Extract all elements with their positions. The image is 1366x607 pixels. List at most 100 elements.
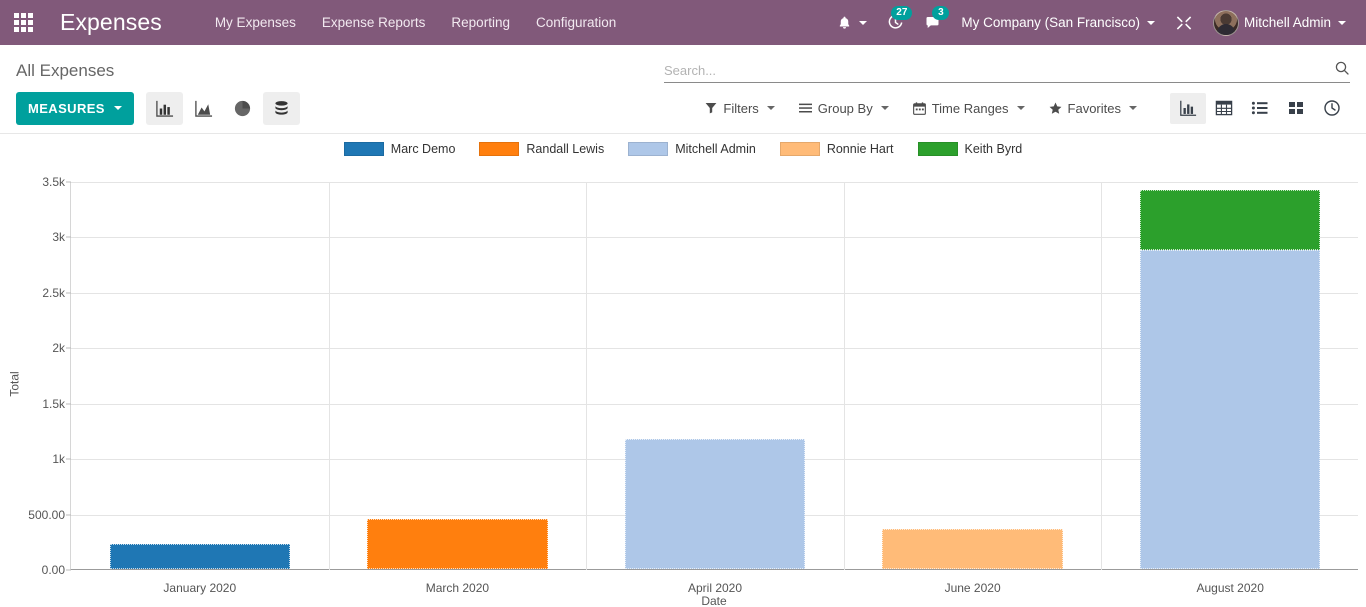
menu-item-reporting[interactable]: Reporting: [438, 0, 523, 45]
breadcrumb[interactable]: All Expenses: [16, 59, 114, 83]
activity-count-badge: 27: [891, 6, 913, 20]
y-axis-tick-mark: [66, 347, 71, 349]
legend-item[interactable]: Mitchell Admin: [628, 142, 756, 156]
legend-swatch: [779, 142, 820, 156]
legend-item[interactable]: Marc Demo: [343, 142, 456, 156]
search-icon[interactable]: [1328, 60, 1350, 80]
legend-label: Marc Demo: [390, 142, 456, 156]
chart-bar[interactable]: [882, 528, 1063, 569]
legend-swatch: [628, 142, 669, 156]
chevron-down-icon: [766, 106, 775, 110]
group-by-button[interactable]: Group By: [788, 93, 900, 123]
time-ranges-button[interactable]: Time Ranges: [902, 93, 1036, 123]
measures-label: MEASURES: [28, 100, 105, 116]
view-graph-button[interactable]: [1170, 92, 1206, 124]
search-input[interactable]: [664, 62, 1328, 78]
y-axis-tick-mark: [66, 569, 71, 571]
legend-item[interactable]: Randall Lewis: [479, 142, 604, 156]
legend-label: Ronnie Hart: [826, 142, 894, 156]
category-separator: [328, 182, 330, 570]
y-axis-tick: 2.5k: [42, 285, 65, 300]
category-separator: [586, 182, 588, 570]
measures-button[interactable]: MEASURES: [16, 91, 134, 125]
table-grid-icon: [1215, 100, 1233, 116]
category-separator: [1101, 182, 1103, 570]
y-axis-tick: 2k: [52, 341, 65, 356]
view-pivot-button[interactable]: [1206, 93, 1242, 124]
category-separator: [843, 182, 845, 570]
chart-bar[interactable]: [109, 543, 290, 569]
legend-item[interactable]: Keith Byrd: [917, 142, 1023, 156]
star-icon: [1049, 102, 1061, 114]
chevron-down-icon: [1016, 106, 1025, 110]
app-brand-title: Expenses: [60, 9, 162, 35]
chart-type-bar-button[interactable]: [145, 91, 183, 125]
filters-button[interactable]: Filters: [694, 93, 785, 123]
notifications-menu[interactable]: [827, 0, 877, 45]
user-name: Mitchell Admin: [1243, 15, 1331, 30]
stacked-database-icon: [275, 100, 288, 115]
chart-bar[interactable]: [624, 438, 806, 569]
bar-chart-icon: [1180, 100, 1197, 116]
messages-count-badge: 3: [932, 6, 950, 20]
plot-grid-area: 0.00 500.00 1k 1.5k 2k 2.5k 3k 3.5k January 2020…: [28, 175, 1358, 595]
user-menu[interactable]: Mitchell Admin: [1203, 0, 1356, 45]
apps-grid-icon[interactable]: [0, 0, 46, 45]
chart-type-group: [145, 91, 300, 125]
chevron-down-icon: [1338, 20, 1346, 25]
chart-type-line-button[interactable]: [185, 92, 222, 125]
chart-type-pie-button[interactable]: [224, 92, 261, 125]
activity-menu[interactable]: 27: [877, 0, 914, 45]
legend-item[interactable]: Ronnie Hart: [779, 142, 894, 156]
view-list-button[interactable]: [1242, 93, 1278, 124]
y-axis-tick: 3.5k: [42, 175, 65, 189]
stacked-toggle-button[interactable]: [262, 91, 300, 125]
chevron-down-icon: [859, 20, 868, 25]
menu-item-my-expenses[interactable]: My Expenses: [202, 0, 309, 45]
legend-label: Mitchell Admin: [675, 142, 756, 156]
y-axis-tick: 3k: [52, 230, 65, 245]
chart-bar[interactable]: [1140, 249, 1321, 569]
hamburger-icon: [798, 103, 812, 113]
favorites-button[interactable]: Favorites: [1038, 93, 1148, 123]
debug-tools-menu[interactable]: [1165, 0, 1203, 45]
view-kanban-button[interactable]: [1278, 93, 1314, 124]
view-switcher: [1170, 92, 1350, 124]
y-axis-tick: 500.00: [28, 507, 65, 522]
chart-bar[interactable]: [1140, 189, 1321, 250]
y-axis-tick-mark: [66, 458, 71, 460]
search-view[interactable]: [664, 60, 1350, 83]
pie-chart-icon: [234, 100, 250, 116]
chart-legend: Marc Demo Randall Lewis Mitchell Admin Ronn…: [0, 134, 1366, 160]
chevron-down-icon: [113, 106, 122, 110]
y-axis-tick: 1.5k: [42, 396, 65, 411]
chevron-down-icon: [1129, 106, 1137, 110]
top-navbar: Expenses My Expenses Expense Reports Rep…: [0, 0, 1366, 45]
legend-label: Keith Byrd: [964, 142, 1023, 156]
company-switcher[interactable]: My Company (San Francisco): [951, 0, 1165, 45]
list-icon: [1251, 101, 1268, 115]
main-menu: My Expenses Expense Reports Reporting Co…: [202, 0, 629, 45]
y-axis-tick-mark: [66, 236, 71, 238]
clock-icon: [1324, 100, 1340, 116]
y-axis-tick-mark: [66, 181, 71, 183]
filters-label: Filters: [723, 100, 759, 116]
calendar-icon: [912, 101, 926, 115]
area-chart-icon: [195, 100, 212, 117]
navbar-right-tools: 27 3 My Company (San Francisco) Mitchell…: [827, 0, 1366, 45]
legend-swatch: [343, 142, 384, 156]
messages-menu[interactable]: 3: [914, 0, 951, 45]
legend-label: Randall Lewis: [526, 142, 605, 156]
menu-item-expense-reports[interactable]: Expense Reports: [309, 0, 439, 45]
chart-bar[interactable]: [367, 518, 548, 569]
group-by-label: Group By: [817, 100, 873, 116]
x-axis-label: Date: [701, 594, 727, 607]
y-axis-tick-mark: [66, 514, 71, 516]
control-panel: All Expenses MEASURES: [0, 45, 1366, 134]
menu-item-configuration[interactable]: Configuration: [523, 0, 629, 45]
view-activity-button[interactable]: [1314, 93, 1350, 124]
avatar: [1212, 9, 1239, 36]
legend-swatch: [917, 142, 958, 156]
time-ranges-label: Time Ranges: [931, 100, 1009, 116]
y-axis-tick-mark: [66, 292, 71, 294]
